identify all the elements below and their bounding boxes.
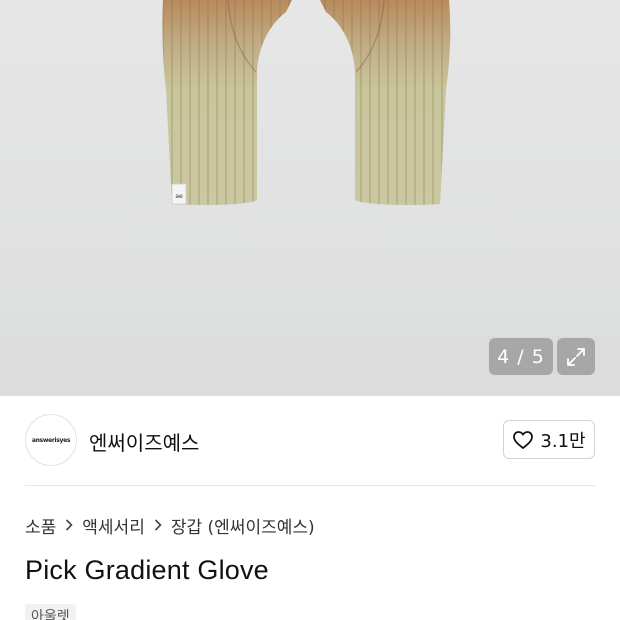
expand-icon: [567, 347, 585, 366]
seller-name[interactable]: 엔써이즈예스: [89, 427, 199, 456]
heart-icon: [513, 430, 534, 449]
breadcrumb-item-0[interactable]: 소품: [25, 513, 56, 538]
chevron-right-icon: [153, 518, 163, 532]
divider: [25, 485, 595, 486]
breadcrumb-item-2[interactable]: 장갑 (엔써이즈예스): [171, 513, 315, 538]
like-button[interactable]: 3.1만: [503, 420, 595, 459]
seller-row: answerisyes 엔써이즈예스 3.1만: [0, 396, 620, 484]
avatar-text: answerisyes: [31, 436, 71, 444]
image-pager: 4 / 5: [489, 338, 553, 375]
chevron-right-icon: [64, 518, 74, 532]
breadcrumb: 소품 액세서리 장갑 (엔써이즈예스): [25, 512, 315, 538]
product-title: Pick Gradient Glove: [25, 555, 269, 585]
glove-illustration: ae: [162, 0, 451, 205]
product-image[interactable]: ae: [0, 0, 620, 336]
like-count: 3.1만: [540, 430, 586, 452]
outlet-badge: 아울렛: [25, 604, 76, 620]
expand-button[interactable]: [557, 338, 595, 375]
seller-avatar[interactable]: answerisyes: [25, 414, 77, 466]
glove-tag-text: ae: [175, 193, 183, 200]
breadcrumb-item-1[interactable]: 액세서리: [82, 513, 145, 538]
pager-text: 4 / 5: [497, 345, 545, 368]
outlet-badge-text: 아울렛: [31, 609, 70, 620]
